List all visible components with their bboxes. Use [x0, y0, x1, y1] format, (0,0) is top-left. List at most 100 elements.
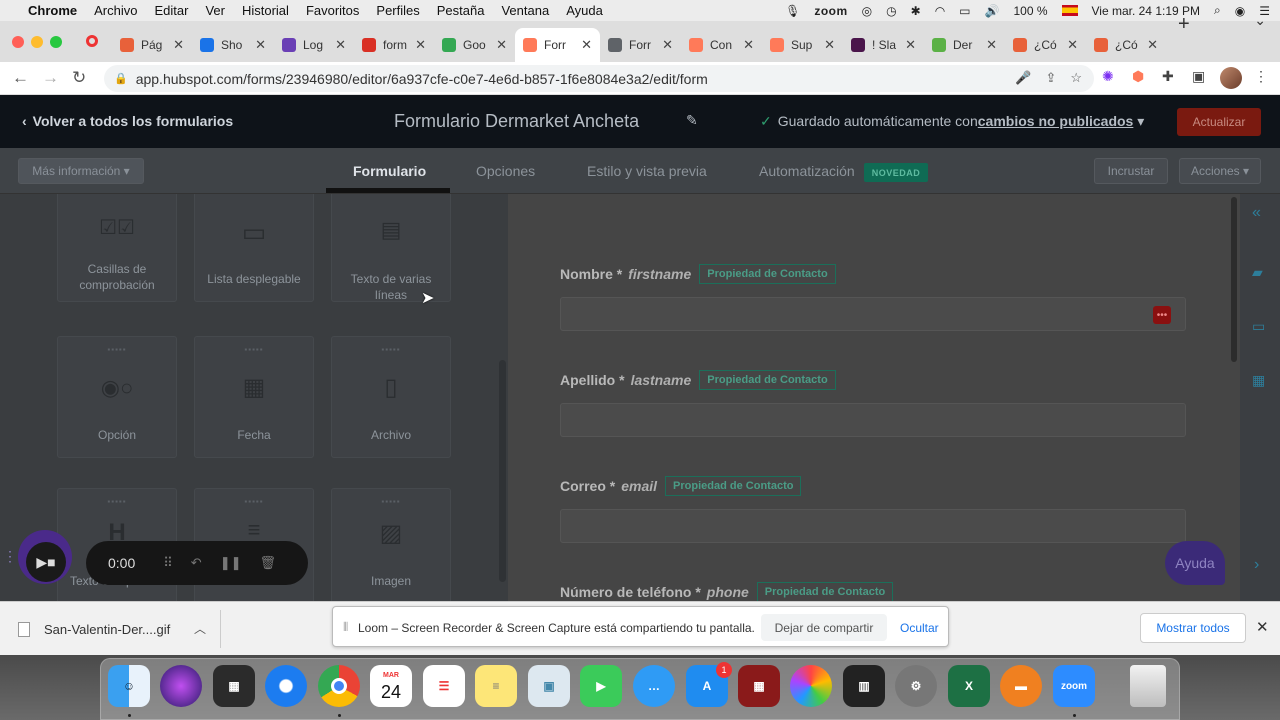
photo-booth-icon[interactable]: ▦ [738, 665, 780, 707]
browser-tab[interactable]: Con ✕ [681, 28, 762, 62]
piano-icon[interactable]: ▥ [843, 665, 885, 707]
menu-favoritos[interactable]: Favoritos [306, 3, 359, 18]
bookmark-star-icon[interactable]: ☆ [1070, 70, 1082, 86]
siri-icon[interactable] [160, 665, 202, 707]
extensions-puzzle-icon[interactable]: ✚ [1162, 68, 1174, 85]
field-file[interactable]: ▪▪▪▪▪ ▯ Archivo [331, 336, 451, 458]
field-image[interactable]: ▪▪▪▪▪ ▨ Imagen [331, 488, 451, 601]
canvas-scrollbar[interactable] [1231, 197, 1237, 362]
books-icon[interactable]: ▬ [1000, 665, 1042, 707]
minimize-window-button[interactable] [31, 36, 43, 48]
close-tab-icon[interactable]: ✕ [255, 37, 266, 53]
calendar-icon[interactable]: MAR 24 [370, 665, 412, 707]
preview-icon[interactable]: ▣ [528, 665, 570, 707]
tab-estilo[interactable]: Estilo y vista previa [587, 163, 707, 179]
unpublished-changes-link[interactable]: cambios no publicados [978, 113, 1134, 129]
battery-text[interactable]: 100 % [1013, 4, 1047, 18]
menu-historial[interactable]: Historial [242, 3, 289, 18]
browser-tab[interactable]: Sup ✕ [762, 28, 843, 62]
creative-cloud-icon[interactable]: ◎ [862, 4, 872, 18]
browser-tab[interactable]: Goo ✕ [434, 28, 515, 62]
field-label-nombre[interactable]: Nombre * firstname Propiedad de Contacto [560, 264, 836, 284]
browser-tab[interactable]: Log ✕ [274, 28, 354, 62]
menu-app-name[interactable]: Chrome [28, 3, 77, 18]
embed-button[interactable]: Incrustar [1094, 158, 1168, 184]
menu-pestana[interactable]: Pestaña [437, 3, 485, 18]
pencil-icon[interactable]: ✎ [686, 112, 698, 129]
browser-tab[interactable]: form ✕ [354, 28, 434, 62]
safari-icon[interactable] [265, 665, 307, 707]
hide-button[interactable]: Ocultar [900, 621, 939, 635]
spain-flag-icon[interactable] [1061, 5, 1078, 16]
browser-tab[interactable]: Forr ✕ [600, 28, 681, 62]
form-title[interactable]: Formulario Dermarket Ancheta [394, 111, 639, 132]
browser-tab[interactable]: Der ✕ [924, 28, 1005, 62]
field-multiline-text[interactable]: ▤ Texto de varias líneas [331, 194, 451, 302]
trash-bin-icon[interactable] [1130, 665, 1166, 707]
grip-icon[interactable]: ⠿ [163, 555, 173, 571]
video-camera-icon[interactable]: ▶■ [26, 542, 66, 582]
extension-flower-icon[interactable]: ✺ [1102, 68, 1114, 85]
actions-dropdown[interactable]: Acciones ▾ [1179, 158, 1261, 184]
drag-handle-icon[interactable]: ▪▪▪▪▪ [244, 497, 263, 506]
volume-icon[interactable]: 🔊 [985, 4, 1000, 18]
browser-tab[interactable]: ¿Có ✕ [1005, 28, 1086, 62]
zoom-status[interactable]: zoom [814, 4, 847, 18]
time-machine-icon[interactable]: ◷ [886, 4, 896, 18]
correo-input[interactable] [560, 509, 1186, 543]
menu-ventana[interactable]: Ventana [501, 3, 549, 18]
back-to-forms-link[interactable]: ‹ Volver a todos los formularios [22, 113, 239, 129]
messages-icon[interactable]: … [633, 665, 675, 707]
chrome-menu-icon[interactable]: ⋮ [1254, 68, 1268, 85]
download-item[interactable]: San-Valentin-Der....gif [18, 622, 170, 637]
notes-icon[interactable]: ≡ [475, 665, 517, 707]
pause-icon[interactable]: ❚❚ [220, 555, 242, 571]
more-info-dropdown[interactable]: Más información ▾ [18, 158, 144, 184]
close-tab-icon[interactable]: ✕ [824, 37, 835, 53]
calendar-rail-icon[interactable]: ▦ [1252, 372, 1265, 389]
menu-archivo[interactable]: Archivo [94, 3, 137, 18]
apellido-input[interactable] [560, 403, 1186, 437]
bluetooth-icon[interactable]: ✱ [911, 4, 921, 18]
chevron-down-icon[interactable]: ▾ [1137, 113, 1144, 129]
menu-ayuda[interactable]: Ayuda [566, 3, 603, 18]
profile-avatar[interactable] [1220, 67, 1242, 89]
close-tab-icon[interactable]: ✕ [415, 37, 426, 53]
omnibox[interactable]: 🔒 app.hubspot.com/forms/23946980/editor/… [104, 65, 1094, 92]
close-tab-icon[interactable]: ✕ [581, 37, 592, 53]
tab-opciones[interactable]: Opciones [476, 163, 535, 179]
reload-icon[interactable]: ↻ [72, 68, 86, 88]
airplay-icon[interactable]: ▭ [959, 4, 970, 18]
close-window-button[interactable] [12, 36, 24, 48]
browser-tab[interactable]: ! Sla ✕ [843, 28, 924, 62]
stop-sharing-button[interactable]: Dejar de compartir [761, 614, 887, 641]
nombre-input[interactable]: ••• [560, 297, 1186, 331]
close-tab-icon[interactable]: ✕ [496, 37, 507, 53]
grip-icon[interactable]: ⦀ [343, 620, 348, 635]
menu-ver[interactable]: Ver [205, 3, 225, 18]
microphone-icon[interactable]: 🎙 [785, 4, 800, 18]
update-button[interactable]: Actualizar [1177, 108, 1261, 136]
url-text[interactable]: app.hubspot.com/forms/23946980/editor/6a… [136, 71, 708, 87]
system-preferences-icon[interactable]: ⚙ [895, 665, 937, 707]
close-tab-icon[interactable]: ✕ [743, 37, 754, 53]
browser-tab[interactable]: Forr ✕ [515, 28, 600, 62]
close-tab-icon[interactable]: ✕ [1067, 37, 1078, 53]
window-icon[interactable]: ▭ [1252, 318, 1265, 335]
loom-camera-bubble[interactable]: ▶■ [18, 530, 72, 584]
wifi-icon[interactable]: ◠ [935, 4, 945, 18]
hubspot-extension-icon[interactable]: ⬢ [1132, 68, 1144, 85]
menu-editar[interactable]: Editar [154, 3, 188, 18]
field-label-correo[interactable]: Correo * email Propiedad de Contacto [560, 476, 802, 496]
field-radio[interactable]: ▪▪▪▪▪ ◉○ Opción [57, 336, 177, 458]
tab-search-icon[interactable]: ⌄ [1254, 12, 1266, 29]
field-label-apellido[interactable]: Apellido * lastname Propiedad de Contacto [560, 370, 836, 390]
close-tab-icon[interactable]: ✕ [662, 37, 673, 53]
close-tab-icon[interactable]: ✕ [1147, 37, 1158, 53]
drag-handle-icon[interactable]: ▪▪▪▪▪ [381, 345, 400, 354]
chevron-up-icon[interactable]: ︿ [194, 620, 206, 637]
field-checkbox[interactable]: ☑☑ Casillas de comprobación [57, 194, 177, 302]
drag-handle-icon[interactable]: ▪▪▪▪▪ [107, 345, 126, 354]
photos-icon[interactable] [790, 665, 832, 707]
close-tab-icon[interactable]: ✕ [335, 37, 346, 53]
